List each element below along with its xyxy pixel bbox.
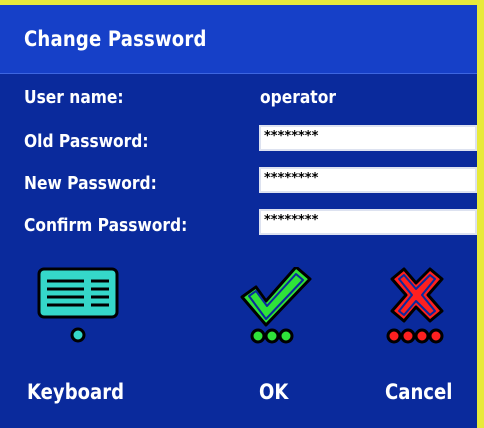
keyboard-button[interactable]	[36, 267, 136, 357]
dialog-title: Change Password	[24, 27, 207, 51]
username-label: User name:	[24, 87, 124, 108]
username-value: operator	[260, 87, 336, 108]
change-password-dialog: Change Password User name: operator Old …	[0, 5, 477, 428]
keyboard-label[interactable]: Keyboard	[27, 380, 124, 404]
dialog-title-bar: Change Password	[0, 5, 477, 74]
window-frame-right	[477, 0, 484, 428]
ok-button[interactable]	[234, 267, 334, 357]
new-password-field[interactable]: ********	[259, 167, 477, 193]
cancel-button[interactable]	[384, 267, 484, 357]
keyboard-icon	[37, 267, 119, 343]
cancel-label[interactable]: Cancel	[385, 380, 452, 404]
new-password-label: New Password:	[24, 173, 157, 194]
old-password-label: Old Password:	[24, 131, 149, 152]
x-icon	[386, 267, 444, 344]
confirm-password-label: Confirm Password:	[24, 215, 188, 236]
checkmark-icon	[240, 267, 312, 344]
old-password-field[interactable]: ********	[259, 125, 477, 151]
confirm-password-field[interactable]: ********	[259, 209, 477, 235]
ok-label[interactable]: OK	[259, 380, 288, 404]
